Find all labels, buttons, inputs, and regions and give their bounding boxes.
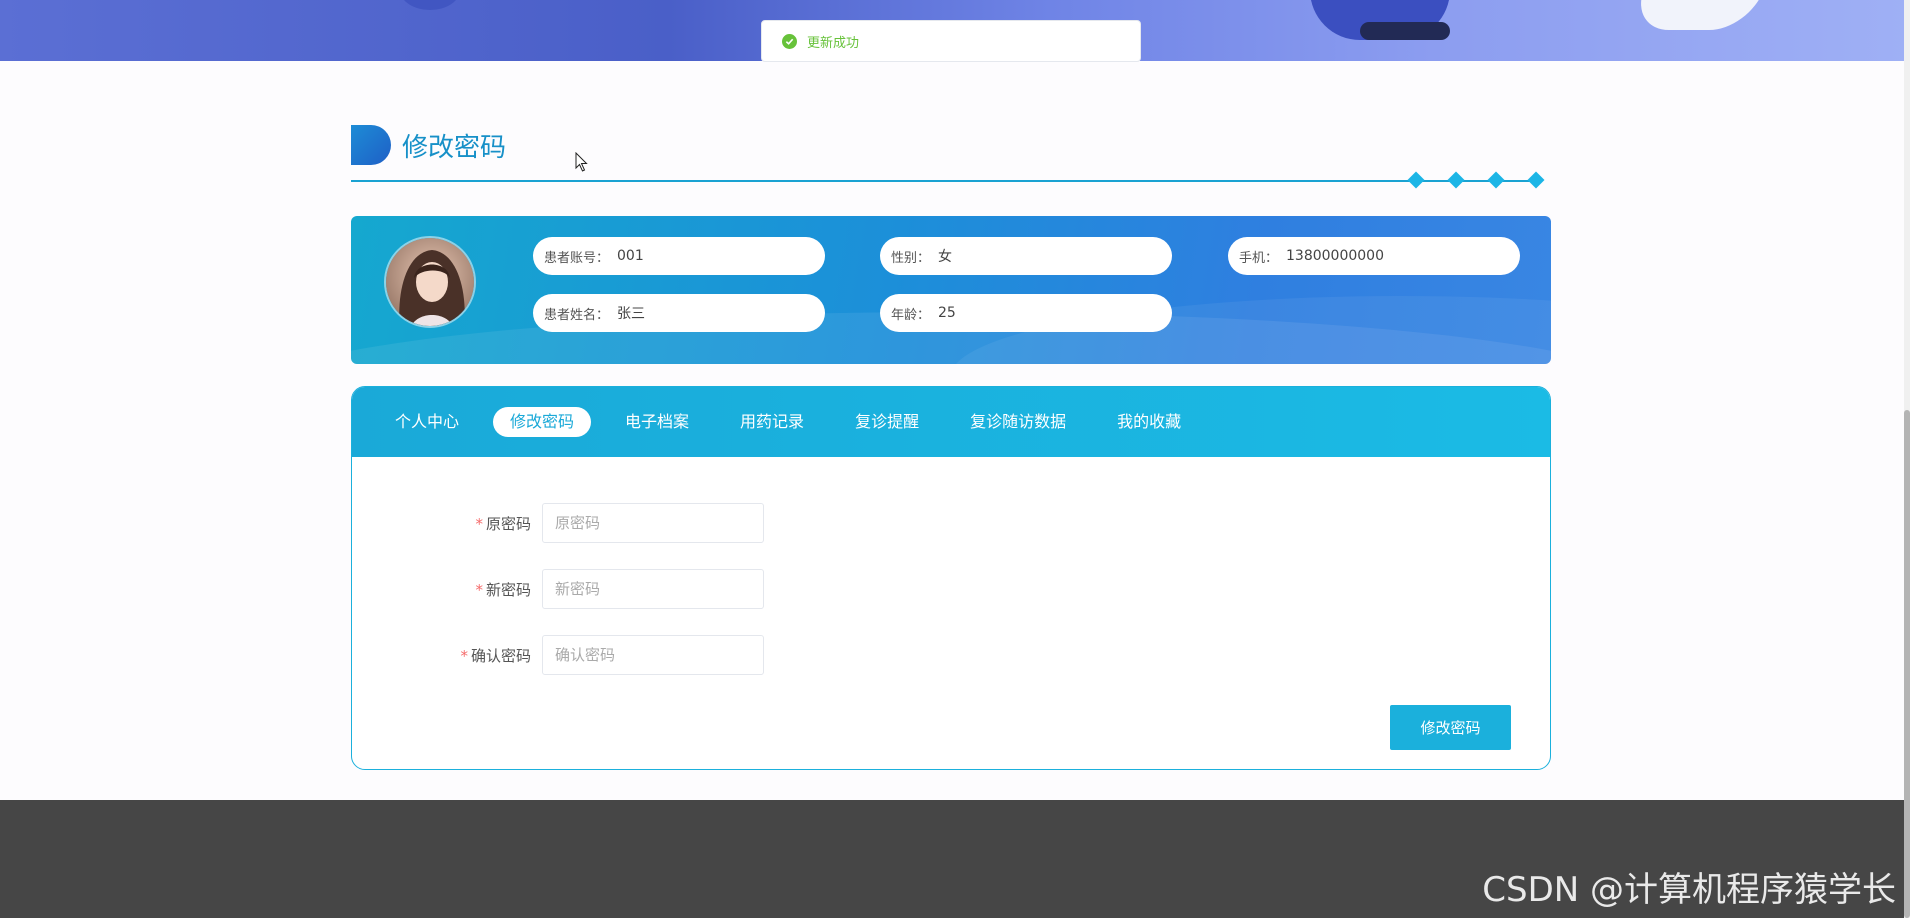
age-value: 25: [938, 305, 956, 321]
tab-favorites[interactable]: 我的收藏: [1100, 407, 1198, 437]
confirm-password-row: * 确认密码: [352, 635, 764, 675]
profile-card: 患者账号： 001 性别： 女 手机： 13800000000 患者姓名： 张三…: [351, 216, 1551, 364]
phone-label: 手机：: [1239, 250, 1279, 266]
tab-medication-record[interactable]: 用药记录: [723, 407, 821, 437]
section-heading: 修改密码: [351, 125, 506, 165]
heading-divider: [351, 180, 1536, 182]
phone-field: 手机： 13800000000: [1228, 237, 1520, 275]
new-password-input[interactable]: [542, 569, 764, 609]
diamond-decoration: [1407, 171, 1425, 189]
diamond-decoration: [1527, 171, 1545, 189]
gender-value: 女: [938, 249, 953, 265]
avatar: [384, 236, 476, 328]
new-password-row: * 新密码: [352, 569, 764, 609]
account-field: 患者账号： 001: [533, 237, 825, 275]
account-label: 患者账号：: [544, 250, 610, 266]
confirm-password-label: * 确认密码: [460, 646, 531, 665]
age-label: 年龄：: [891, 307, 931, 323]
tab-electronic-record[interactable]: 电子档案: [608, 407, 706, 437]
mouse-cursor-icon: [575, 152, 588, 172]
required-mark: *: [460, 646, 468, 665]
confirm-password-input[interactable]: [542, 635, 764, 675]
toast-message: 更新成功: [807, 35, 860, 51]
account-panel: 个人中心 修改密码 电子档案 用药记录 复诊提醒 复诊随访数据 我的收藏 * 原密…: [351, 386, 1551, 770]
gender-label: 性别：: [891, 250, 931, 266]
tab-followup-data[interactable]: 复诊随访数据: [953, 407, 1083, 437]
name-label: 患者姓名：: [544, 307, 610, 323]
diamond-decoration: [1487, 171, 1505, 189]
tab-change-password[interactable]: 修改密码: [493, 407, 592, 437]
old-password-label: * 原密码: [475, 514, 531, 533]
heading-badge: [351, 125, 391, 165]
diamond-decoration: [1447, 171, 1465, 189]
page-title: 修改密码: [402, 132, 507, 163]
required-mark: *: [475, 580, 483, 599]
age-field: 年龄： 25: [880, 294, 1172, 332]
name-value: 张三: [617, 306, 646, 322]
change-password-button[interactable]: 修改密码: [1390, 705, 1511, 750]
new-password-label: * 新密码: [475, 580, 531, 599]
tab-bar: 个人中心 修改密码 电子档案 用药记录 复诊提醒 复诊随访数据 我的收藏: [352, 387, 1550, 457]
phone-value: 13800000000: [1286, 248, 1384, 264]
name-field: 患者姓名： 张三: [533, 294, 825, 332]
tab-revisit-reminder[interactable]: 复诊提醒: [838, 407, 936, 437]
old-password-input[interactable]: [542, 503, 764, 543]
watermark: CSDN @计算机程序猿学长: [1482, 870, 1896, 910]
old-password-row: * 原密码: [352, 503, 764, 543]
banner-decoration: [400, 0, 460, 10]
account-value: 001: [617, 248, 644, 264]
check-circle-icon: [782, 33, 797, 49]
scrollbar-thumb[interactable]: [1904, 410, 1910, 918]
success-toast: 更新成功: [761, 20, 1141, 62]
required-mark: *: [475, 514, 483, 533]
gender-field: 性别： 女: [880, 237, 1172, 275]
tab-personal-center[interactable]: 个人中心: [378, 407, 476, 437]
banner-decoration: [1629, 0, 1771, 30]
banner-decoration: [1360, 22, 1450, 40]
